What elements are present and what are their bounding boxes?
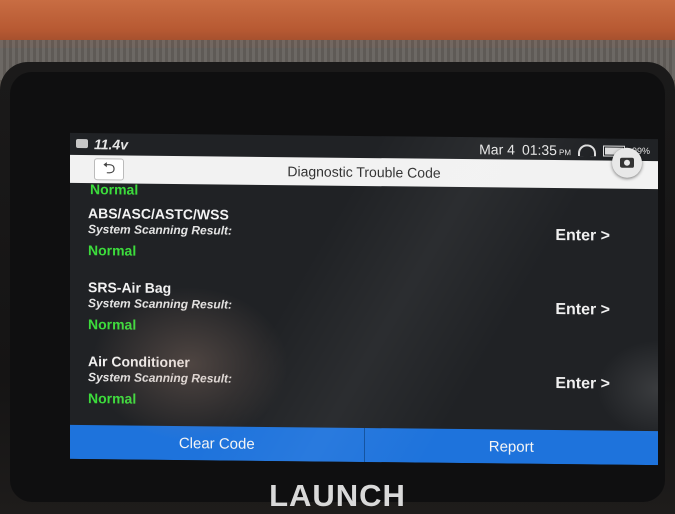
status-badge: Normal [88,242,137,259]
system-name: ABS/ASC/ASTC/WSS [88,205,229,223]
system-list: Normal ABS/ASC/ASTC/WSS System Scanning … [70,181,658,431]
list-item[interactable]: ABS/ASC/ASTC/WSS System Scanning Result:… [70,205,658,281]
camera-icon [620,157,634,168]
scan-result-label: System Scanning Result: [88,222,233,238]
status-badge: Normal [88,390,137,407]
system-name: SRS-Air Bag [88,279,172,296]
scanner-screen: 11.4v Mar 4 01:35 PM 99% ⮌ Diagnostic Tro… [70,132,658,466]
status-badge: Normal [88,316,137,333]
action-bar: Clear Code Report [70,424,658,466]
screenshot-button[interactable] [612,147,642,178]
status-time: 01:35 PM [521,141,571,159]
scan-result-label: System Scanning Result: [88,370,233,386]
brand-logo: LAUNCH [269,478,406,513]
status-date: Mar 4 [479,141,515,158]
list-item[interactable]: Air Conditioner System Scanning Result: … [70,353,658,429]
system-name: Air Conditioner [88,353,190,371]
clear-code-button[interactable]: Clear Code [70,424,364,462]
wifi-icon [577,144,596,157]
list-item[interactable]: SRS-Air Bag System Scanning Result: Norm… [70,279,658,355]
vehicle-icon [76,138,88,149]
partial-status: Normal [90,181,139,198]
enter-button[interactable]: Enter > [555,227,610,246]
scan-result-label: System Scanning Result: [88,296,233,312]
report-button[interactable]: Report [363,427,658,466]
enter-button[interactable]: Enter > [555,301,610,320]
enter-button[interactable]: Enter > [555,375,610,394]
page-title: Diagnostic Trouble Code [287,163,441,181]
battery-voltage: 11.4v [94,136,128,153]
